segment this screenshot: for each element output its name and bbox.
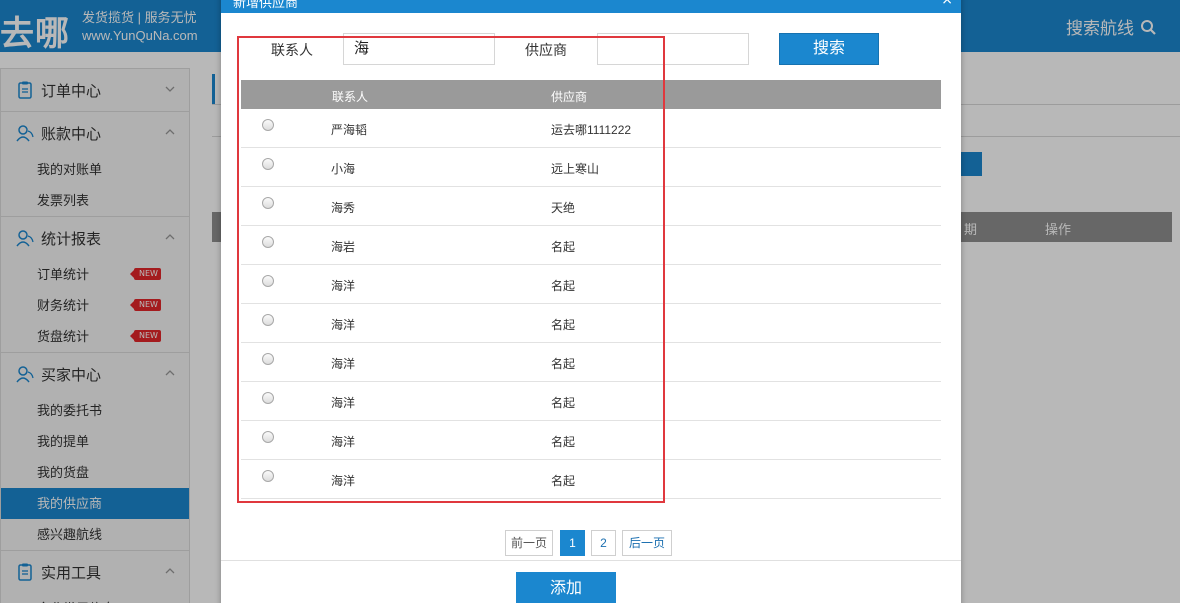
row-supplier: 名起	[551, 318, 576, 332]
table-row[interactable]: 海洋 名起	[241, 382, 941, 421]
column-supplier: 供应商	[551, 90, 588, 104]
row-supplier: 名起	[551, 474, 576, 488]
row-contact: 海洋	[331, 435, 356, 449]
table-row[interactable]: 海洋 名起	[241, 265, 941, 304]
row-radio[interactable]	[262, 275, 274, 287]
row-contact: 海洋	[331, 318, 356, 332]
row-radio[interactable]	[262, 314, 274, 326]
row-contact: 海秀	[331, 201, 356, 215]
table-row[interactable]: 海洋 名起	[241, 343, 941, 382]
row-contact: 海岩	[331, 240, 356, 254]
prev-page-button[interactable]: 前一页	[505, 530, 553, 556]
divider	[221, 560, 961, 561]
add-supplier-modal: 新增供应商 × 联系人 海 供应商 搜索 联系人 供应商 严海韬 运去哪11112…	[221, 0, 961, 603]
row-contact: 海洋	[331, 396, 356, 410]
row-supplier: 远上寒山	[551, 162, 600, 176]
row-contact: 海洋	[331, 279, 356, 293]
row-radio[interactable]	[262, 392, 274, 404]
table-row[interactable]: 小海 远上寒山	[241, 148, 941, 187]
row-contact: 小海	[331, 162, 356, 176]
page-1-button[interactable]: 1	[560, 530, 585, 556]
next-page-button[interactable]: 后一页	[622, 530, 672, 556]
row-contact: 海洋	[331, 357, 356, 371]
row-radio[interactable]	[262, 158, 274, 170]
row-supplier: 名起	[551, 435, 576, 449]
row-radio[interactable]	[262, 431, 274, 443]
table-header: 联系人 供应商	[241, 80, 941, 109]
row-contact: 严海韬	[331, 123, 368, 137]
table-row[interactable]: 严海韬 运去哪1111222	[241, 109, 941, 148]
add-button[interactable]: 添加	[516, 572, 616, 603]
supplier-label: 供应商	[525, 42, 567, 58]
contact-label: 联系人	[271, 42, 313, 58]
table-row[interactable]: 海洋 名起	[241, 460, 941, 499]
modal-title: 新增供应商	[233, 0, 299, 10]
pagination: 前一页 1 2 后一页	[221, 530, 961, 556]
filter-row: 联系人 海 供应商 搜索	[221, 33, 961, 65]
row-supplier: 名起	[551, 240, 576, 254]
close-icon[interactable]: ×	[941, 0, 953, 8]
table-row[interactable]: 海洋 名起	[241, 421, 941, 460]
supplier-input[interactable]	[597, 33, 749, 65]
row-supplier: 名起	[551, 279, 576, 293]
row-supplier: 名起	[551, 396, 576, 410]
row-radio[interactable]	[262, 470, 274, 482]
row-radio[interactable]	[262, 119, 274, 131]
page-2-button[interactable]: 2	[591, 530, 616, 556]
modal-header: 新增供应商 ×	[221, 0, 961, 13]
table-row[interactable]: 海洋 名起	[241, 304, 941, 343]
row-radio[interactable]	[262, 236, 274, 248]
table-row[interactable]: 海秀 天绝	[241, 187, 941, 226]
row-supplier: 天绝	[551, 201, 576, 215]
column-contact: 联系人	[332, 90, 369, 104]
row-radio[interactable]	[262, 197, 274, 209]
supplier-table: 联系人 供应商 严海韬 运去哪1111222 小海 远上寒山 海秀 天绝 海岩 名起 海…	[241, 80, 941, 499]
row-supplier: 运去哪1111222	[551, 123, 632, 137]
table-row[interactable]: 海岩 名起	[241, 226, 941, 265]
page: 去哪 发货揽货 | 服务无忧 www.YunQuNa.com 搜索航线 期 操作	[0, 0, 1180, 603]
row-contact: 海洋	[331, 474, 356, 488]
row-radio[interactable]	[262, 353, 274, 365]
search-button[interactable]: 搜索	[779, 33, 879, 65]
contact-input[interactable]: 海	[343, 33, 495, 65]
row-supplier: 名起	[551, 357, 576, 371]
